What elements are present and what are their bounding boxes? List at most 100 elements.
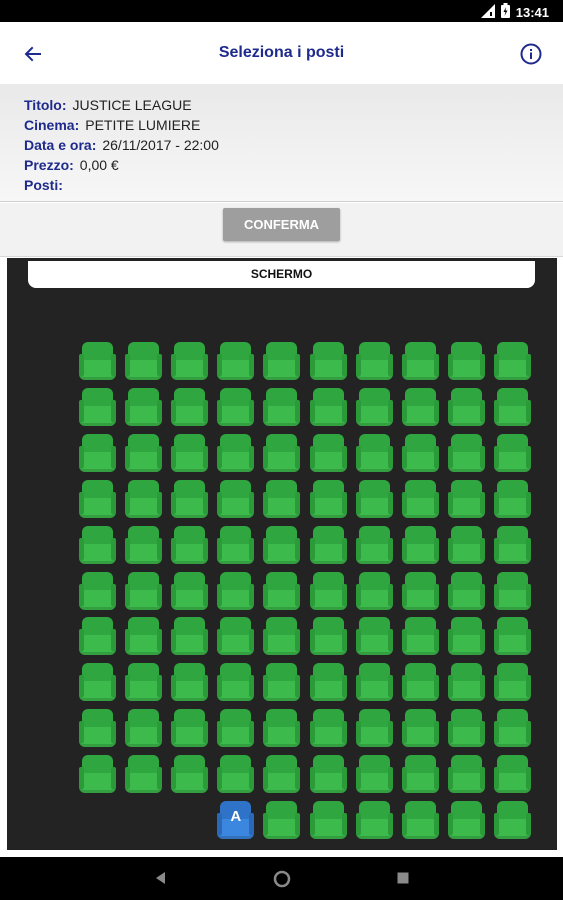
seat[interactable] <box>493 479 531 518</box>
seat[interactable] <box>401 479 439 518</box>
seat[interactable] <box>447 387 485 426</box>
seat[interactable] <box>493 525 531 564</box>
seat[interactable] <box>309 755 347 794</box>
seat[interactable] <box>263 525 301 564</box>
seat[interactable] <box>263 479 301 518</box>
seat[interactable] <box>493 571 531 610</box>
seat[interactable] <box>309 387 347 426</box>
seat[interactable] <box>217 433 255 472</box>
seat[interactable] <box>217 571 255 610</box>
seat[interactable] <box>447 433 485 472</box>
seat[interactable] <box>171 617 209 656</box>
seat[interactable] <box>355 571 393 610</box>
seat[interactable] <box>309 617 347 656</box>
seat[interactable] <box>447 342 485 380</box>
seat[interactable] <box>355 663 393 702</box>
seat[interactable] <box>309 663 347 702</box>
seat[interactable] <box>217 663 255 702</box>
seat[interactable] <box>493 617 531 656</box>
seat[interactable] <box>171 663 209 702</box>
seat[interactable] <box>447 479 485 518</box>
seat[interactable] <box>493 709 531 748</box>
seat[interactable] <box>355 617 393 656</box>
seat[interactable] <box>171 387 209 426</box>
seat[interactable] <box>125 433 163 472</box>
seat[interactable] <box>79 755 116 794</box>
seat[interactable] <box>263 617 301 656</box>
seat[interactable] <box>79 387 116 426</box>
confirm-button[interactable]: CONFERMA <box>223 208 340 241</box>
seat[interactable] <box>401 433 439 472</box>
seat[interactable] <box>309 801 347 839</box>
seat[interactable] <box>171 571 209 610</box>
seat[interactable] <box>79 433 116 472</box>
seat[interactable] <box>493 387 531 426</box>
seat[interactable] <box>217 525 255 564</box>
seat[interactable] <box>79 709 116 748</box>
seat[interactable] <box>171 525 209 564</box>
seat[interactable] <box>401 801 439 839</box>
seat[interactable] <box>171 433 209 472</box>
seat[interactable] <box>263 433 301 472</box>
info-icon[interactable] <box>518 41 544 67</box>
seat[interactable] <box>493 342 531 380</box>
home-circle-icon[interactable] <box>272 869 292 894</box>
seat[interactable] <box>263 755 301 794</box>
seat[interactable] <box>355 342 393 380</box>
seat[interactable] <box>125 342 163 380</box>
seat[interactable] <box>217 709 255 748</box>
seat[interactable] <box>263 571 301 610</box>
seat[interactable] <box>79 571 116 610</box>
seat[interactable] <box>355 433 393 472</box>
seat[interactable] <box>79 663 116 702</box>
seat[interactable] <box>309 709 347 748</box>
seat[interactable] <box>309 479 347 518</box>
seat[interactable] <box>401 709 439 748</box>
seat[interactable] <box>355 387 393 426</box>
seat[interactable] <box>493 755 531 794</box>
seat[interactable] <box>447 801 485 839</box>
seat[interactable] <box>217 342 255 380</box>
seat[interactable] <box>263 801 301 839</box>
seat[interactable] <box>401 663 439 702</box>
seat[interactable] <box>263 387 301 426</box>
seat[interactable] <box>217 617 255 656</box>
seat[interactable] <box>309 571 347 610</box>
seat[interactable] <box>217 387 255 426</box>
seat[interactable] <box>171 342 209 380</box>
seat[interactable] <box>493 801 531 839</box>
seat[interactable] <box>125 387 163 426</box>
seat[interactable] <box>125 617 163 656</box>
seat[interactable] <box>447 709 485 748</box>
seat[interactable] <box>309 342 347 380</box>
seat[interactable] <box>447 663 485 702</box>
seat[interactable] <box>493 663 531 702</box>
seat[interactable] <box>171 479 209 518</box>
accessible-seat[interactable]: A <box>217 801 255 839</box>
seat[interactable] <box>355 479 393 518</box>
seat[interactable] <box>355 525 393 564</box>
seat[interactable] <box>309 433 347 472</box>
seat[interactable] <box>125 571 163 610</box>
seat[interactable] <box>171 755 209 794</box>
seat[interactable] <box>401 342 439 380</box>
seat[interactable] <box>79 525 116 564</box>
seat[interactable] <box>171 709 209 748</box>
seat[interactable] <box>447 617 485 656</box>
seat[interactable] <box>447 755 485 794</box>
seat[interactable] <box>493 433 531 472</box>
seat[interactable] <box>355 755 393 794</box>
seat[interactable] <box>263 342 301 380</box>
seat[interactable] <box>401 387 439 426</box>
seat[interactable] <box>125 663 163 702</box>
seat[interactable] <box>125 525 163 564</box>
seat[interactable] <box>263 663 301 702</box>
seat[interactable] <box>355 709 393 748</box>
seat[interactable] <box>401 755 439 794</box>
seat[interactable] <box>401 617 439 656</box>
seat[interactable] <box>125 479 163 518</box>
seat[interactable] <box>447 571 485 610</box>
seat[interactable] <box>125 755 163 794</box>
seat[interactable] <box>447 525 485 564</box>
back-triangle-icon[interactable] <box>152 869 170 892</box>
